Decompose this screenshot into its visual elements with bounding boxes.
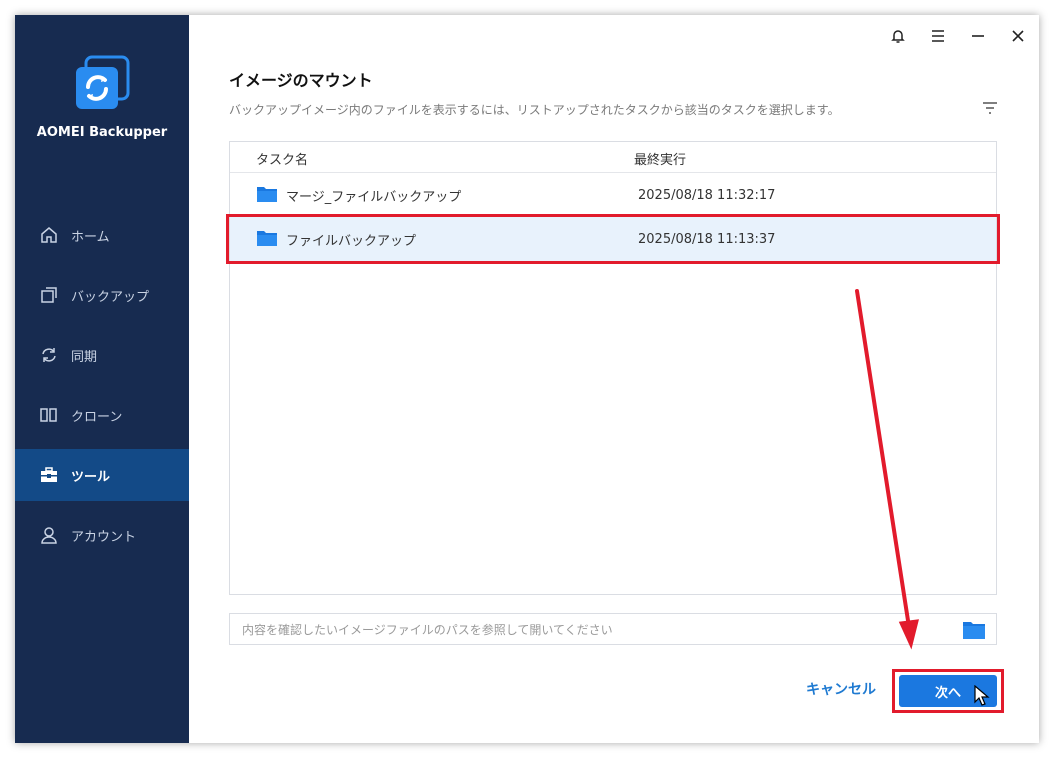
task-name: マージ_ファイルバックアップ bbox=[286, 190, 462, 205]
column-header-task-name[interactable]: タスク名 bbox=[256, 149, 308, 168]
menu-icon[interactable] bbox=[927, 25, 949, 47]
clone-icon bbox=[39, 405, 59, 425]
page-description: バックアップイメージ内のファイルを表示するには、リストアップされたタスクから該当… bbox=[229, 103, 840, 117]
sidebar-item-label: クローン bbox=[71, 409, 123, 425]
app-name: AOMEI Backupper bbox=[36, 125, 168, 140]
sidebar-item-label: アカウント bbox=[71, 529, 137, 545]
image-path-input[interactable] bbox=[230, 614, 964, 646]
mouse-cursor-icon bbox=[974, 684, 990, 707]
table-header: タスク名 最終実行 bbox=[230, 142, 996, 173]
last-run-time: 2025/08/18 11:32:17 bbox=[638, 188, 776, 203]
annotation-highlight-row bbox=[226, 214, 1000, 264]
table-row[interactable]: マージ_ファイルバックアップ 2025/08/18 11:32:17 bbox=[230, 173, 996, 217]
browse-folder-icon[interactable] bbox=[962, 620, 986, 640]
sidebar-item-sync[interactable]: 同期 bbox=[15, 329, 189, 381]
close-icon[interactable] bbox=[1007, 25, 1029, 47]
folder-icon bbox=[256, 185, 278, 203]
home-icon bbox=[39, 225, 59, 245]
sidebar-item-tools[interactable]: ツール bbox=[15, 449, 189, 501]
main-panel: イメージのマウント バックアップイメージ内のファイルを表示するには、リストアップ… bbox=[189, 15, 1039, 743]
bell-icon[interactable] bbox=[887, 25, 909, 47]
sidebar-item-backup[interactable]: バックアップ bbox=[15, 269, 189, 321]
user-icon bbox=[39, 525, 59, 545]
sync-icon bbox=[39, 345, 59, 365]
filter-icon[interactable] bbox=[981, 99, 999, 117]
column-header-last-run[interactable]: 最終実行 bbox=[634, 149, 686, 168]
sidebar-item-clone[interactable]: クローン bbox=[15, 389, 189, 441]
sidebar-item-account[interactable]: アカウント bbox=[15, 509, 189, 561]
sidebar-item-label: ホーム bbox=[71, 229, 110, 245]
titlebar-controls bbox=[887, 25, 1029, 47]
app-logo-icon bbox=[74, 55, 130, 111]
backup-icon bbox=[39, 285, 59, 305]
sidebar-item-label: ツール bbox=[71, 469, 111, 485]
sidebar: AOMEI Backupper ホーム バックアップ 同期 クローン ツール ア… bbox=[15, 15, 189, 743]
minimize-icon[interactable] bbox=[967, 25, 989, 47]
toolbox-icon bbox=[39, 465, 59, 485]
sidebar-item-label: 同期 bbox=[71, 349, 98, 365]
sidebar-item-home[interactable]: ホーム bbox=[15, 209, 189, 261]
app-window: AOMEI Backupper ホーム バックアップ 同期 クローン ツール ア… bbox=[15, 15, 1039, 743]
sidebar-item-label: バックアップ bbox=[71, 289, 150, 305]
cancel-button[interactable]: キャンセル bbox=[806, 679, 876, 699]
task-list: タスク名 最終実行 マージ_ファイルバックアップ 2025/08/18 11:3… bbox=[229, 141, 997, 595]
image-path-field[interactable] bbox=[229, 613, 997, 646]
page-title: イメージのマウント bbox=[229, 71, 373, 90]
